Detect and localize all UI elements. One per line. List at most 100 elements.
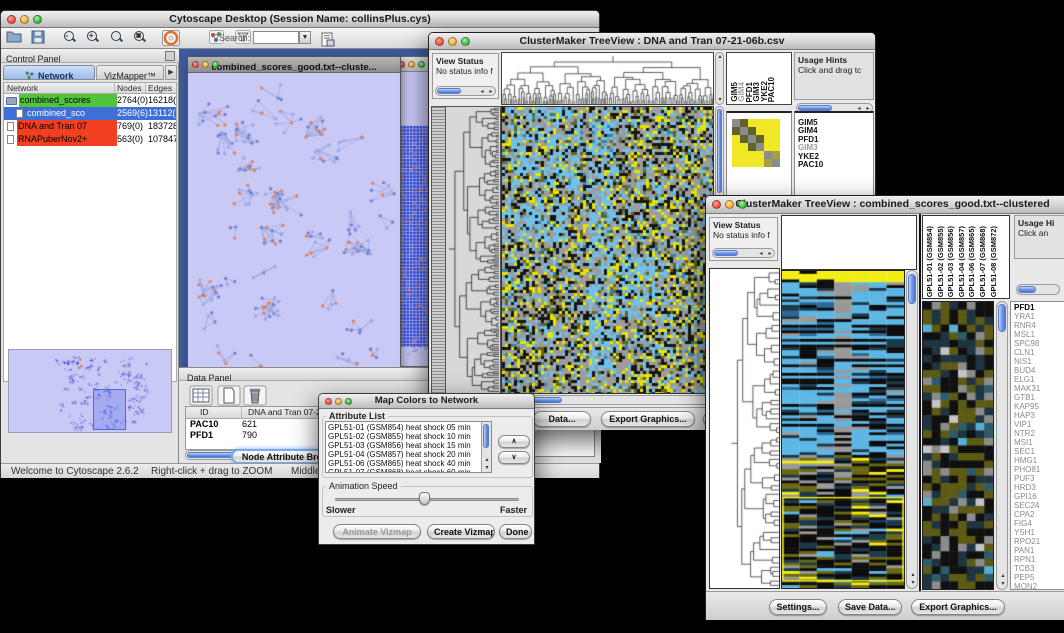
gene-list-item[interactable]: MON2 bbox=[1014, 582, 1064, 590]
scroll-left-arrow[interactable]: ◂ bbox=[757, 250, 765, 258]
matrix-cell[interactable] bbox=[756, 143, 764, 151]
scroll-thumb[interactable] bbox=[437, 88, 461, 94]
zoom-button[interactable] bbox=[33, 15, 42, 24]
matrix-cell[interactable] bbox=[740, 159, 748, 167]
move-up-button[interactable]: ∧ bbox=[498, 435, 530, 448]
close-button[interactable] bbox=[192, 61, 199, 68]
matrix-cell[interactable] bbox=[748, 159, 756, 167]
gene-list-item[interactable]: SEC1 bbox=[1014, 447, 1064, 456]
minimize-button[interactable] bbox=[408, 61, 415, 68]
matrix-cell[interactable] bbox=[764, 151, 772, 159]
network-table-row[interactable]: DNA and Tran 07769(0)183728(0) bbox=[4, 120, 176, 133]
gene-list-item[interactable]: ELG1 bbox=[1014, 375, 1064, 384]
matrix-cell[interactable] bbox=[748, 151, 756, 159]
matrix-cell[interactable] bbox=[772, 151, 780, 159]
tv1-titlebar[interactable]: ClusterMaker TreeView : DNA and Tran 07-… bbox=[429, 33, 875, 50]
zoom-in-icon[interactable]: + bbox=[86, 30, 99, 43]
close-button[interactable] bbox=[7, 15, 16, 24]
column-label[interactable]: PAC10 bbox=[768, 77, 775, 102]
gene-list-item[interactable]: GTB1 bbox=[1014, 393, 1064, 402]
column-label[interactable]: GPL51-01 (GSM854) bbox=[925, 226, 936, 297]
gene-list-item[interactable]: KAP95 bbox=[1014, 402, 1064, 411]
dense-network-canvas[interactable] bbox=[400, 124, 430, 357]
save-data-button[interactable]: Data... bbox=[533, 411, 591, 427]
scroll-down-arrow[interactable]: ▾ bbox=[999, 580, 1007, 588]
zoom-button[interactable] bbox=[738, 200, 747, 209]
gene-list-item[interactable]: RPN1 bbox=[1014, 555, 1064, 564]
tv2-titlebar[interactable]: ClusterMaker TreeView : combined_scores_… bbox=[706, 196, 1064, 214]
matrix-cell[interactable] bbox=[764, 135, 772, 143]
matrix-cell[interactable] bbox=[756, 119, 764, 127]
col-header-network[interactable]: Network bbox=[4, 83, 115, 93]
gene-list-item[interactable]: FIG4 bbox=[1014, 519, 1064, 528]
col-header-edges[interactable]: Edges bbox=[146, 83, 176, 93]
gene-list-item[interactable]: PHO81 bbox=[1014, 465, 1064, 474]
attribute-list-item[interactable]: GPL51-07 (GSM868) heat shock 60 min bbox=[326, 468, 491, 473]
save-data-button[interactable]: Save Data... bbox=[838, 599, 902, 615]
float-panel-icon[interactable] bbox=[165, 51, 175, 61]
matrix-cell[interactable] bbox=[748, 119, 756, 127]
matrix-cell[interactable] bbox=[756, 127, 764, 135]
search-input[interactable] bbox=[253, 31, 299, 44]
col-header-nodes[interactable]: Nodes bbox=[115, 83, 146, 93]
matrix-cell[interactable] bbox=[740, 119, 748, 127]
minimize-button[interactable] bbox=[448, 37, 457, 46]
network-table-row[interactable]: combined_scores2764(0)16218(0) bbox=[4, 94, 176, 107]
tab-overflow-button[interactable]: ▶ bbox=[165, 65, 177, 80]
matrix-cell[interactable] bbox=[756, 151, 764, 159]
gene-list-item[interactable]: HAP3 bbox=[1014, 411, 1064, 420]
gene-list-item[interactable]: RPO21 bbox=[1014, 537, 1064, 546]
gene-list-item[interactable]: RNR4 bbox=[1014, 321, 1064, 330]
column-label[interactable]: GPL51-08 (GSM872) bbox=[989, 226, 1000, 297]
matrix-cell[interactable] bbox=[732, 159, 740, 167]
gene-list-item[interactable]: PAC10 bbox=[798, 161, 873, 169]
close-button[interactable] bbox=[325, 398, 332, 405]
tv2-status-hscrollbar[interactable]: ◂ ▸ bbox=[712, 248, 775, 258]
zoom-button[interactable] bbox=[212, 61, 219, 68]
gene-list-item[interactable]: MSL1 bbox=[1014, 330, 1064, 339]
scroll-right-arrow[interactable]: ▸ bbox=[487, 88, 495, 96]
matrix-cell[interactable] bbox=[732, 143, 740, 151]
scroll-thumb[interactable] bbox=[1018, 286, 1036, 293]
column-label[interactable]: GPL51-07 (GSM868) bbox=[978, 226, 989, 297]
matrix-cell[interactable] bbox=[756, 159, 764, 167]
scroll-down-arrow[interactable]: ▾ bbox=[716, 96, 724, 104]
close-button[interactable] bbox=[712, 200, 721, 209]
matrix-cell[interactable] bbox=[732, 151, 740, 159]
minimize-button[interactable] bbox=[20, 15, 29, 24]
matrix-cell[interactable] bbox=[732, 127, 740, 135]
matrix-cell[interactable] bbox=[740, 151, 748, 159]
gene-list-item[interactable]: VIP1 bbox=[1014, 420, 1064, 429]
column-label[interactable]: GPL51-02 (GSM855) bbox=[936, 226, 947, 297]
scroll-thumb[interactable] bbox=[908, 274, 916, 304]
attribute-list-item[interactable]: GPL51-04 (GSM857) heat shock 20 min bbox=[326, 450, 491, 459]
gene-list-item[interactable]: PFD1 bbox=[1014, 303, 1064, 312]
minimize-button[interactable] bbox=[725, 200, 734, 209]
matrix-cell[interactable] bbox=[772, 127, 780, 135]
zoom-out-icon[interactable]: - bbox=[63, 30, 76, 43]
gene-list-item[interactable]: PAN1 bbox=[1014, 546, 1064, 555]
matrix-cell[interactable] bbox=[732, 135, 740, 143]
heatmap-canvas[interactable] bbox=[502, 107, 713, 393]
column-label[interactable]: GPL51-03 (GSM856) bbox=[946, 226, 957, 297]
gene-list-item[interactable]: NTR2 bbox=[1014, 429, 1064, 438]
dialog-titlebar[interactable]: Map Colors to Network bbox=[319, 394, 534, 409]
gene-list-item[interactable]: GPI16 bbox=[1014, 492, 1064, 501]
scroll-up-arrow[interactable]: ▴ bbox=[909, 571, 917, 579]
minimize-button[interactable] bbox=[335, 398, 342, 405]
matrix-cell[interactable] bbox=[764, 159, 772, 167]
scroll-thumb[interactable] bbox=[998, 304, 1006, 332]
gene-list-item[interactable]: HMG1 bbox=[1014, 456, 1064, 465]
export-graphics-button[interactable]: Export Graphics... bbox=[601, 411, 695, 427]
column-label[interactable]: GPL51-06 (GSM865) bbox=[967, 226, 978, 297]
gene-list-item[interactable]: CPA2 bbox=[1014, 510, 1064, 519]
gene-list-item[interactable]: TCB3 bbox=[1014, 564, 1064, 573]
network-table-row[interactable]: combined_sco2569(6)13112(15) bbox=[4, 107, 176, 120]
zoom-fit-icon[interactable]: ▣ bbox=[133, 30, 146, 43]
gene-list-item[interactable]: PEP5 bbox=[1014, 573, 1064, 582]
tv2-vscrollbar[interactable]: ▴ ▾ bbox=[906, 270, 918, 589]
gene-list-item[interactable]: CLN1 bbox=[1014, 348, 1064, 357]
move-down-button[interactable]: ∨ bbox=[498, 451, 530, 464]
search-dropdown-arrow[interactable]: ▼ bbox=[299, 31, 311, 44]
matrix-cell[interactable] bbox=[732, 119, 740, 127]
